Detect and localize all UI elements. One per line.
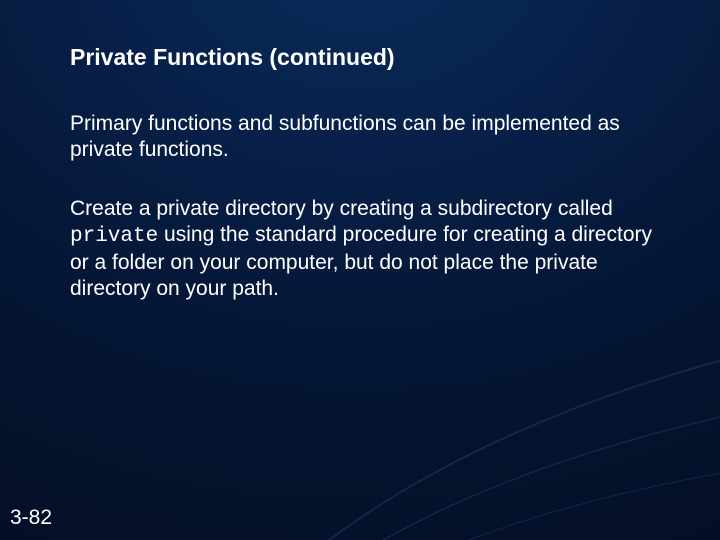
paragraph-2: Create a private directory by creating a… xyxy=(70,196,660,303)
code-private: private xyxy=(70,225,158,248)
paragraph-1: Primary functions and subfunctions can b… xyxy=(70,111,660,164)
slide-title: Private Functions (continued) xyxy=(70,44,660,71)
content-area: Private Functions (continued) Primary fu… xyxy=(70,44,660,335)
paragraph-2-text-a: Create a private directory by creating a… xyxy=(70,197,613,220)
page-number: 3-82 xyxy=(10,506,52,530)
slide: Private Functions (continued) Primary fu… xyxy=(0,0,720,540)
paragraph-2-text-b: using the standard procedure for creatin… xyxy=(70,223,652,301)
